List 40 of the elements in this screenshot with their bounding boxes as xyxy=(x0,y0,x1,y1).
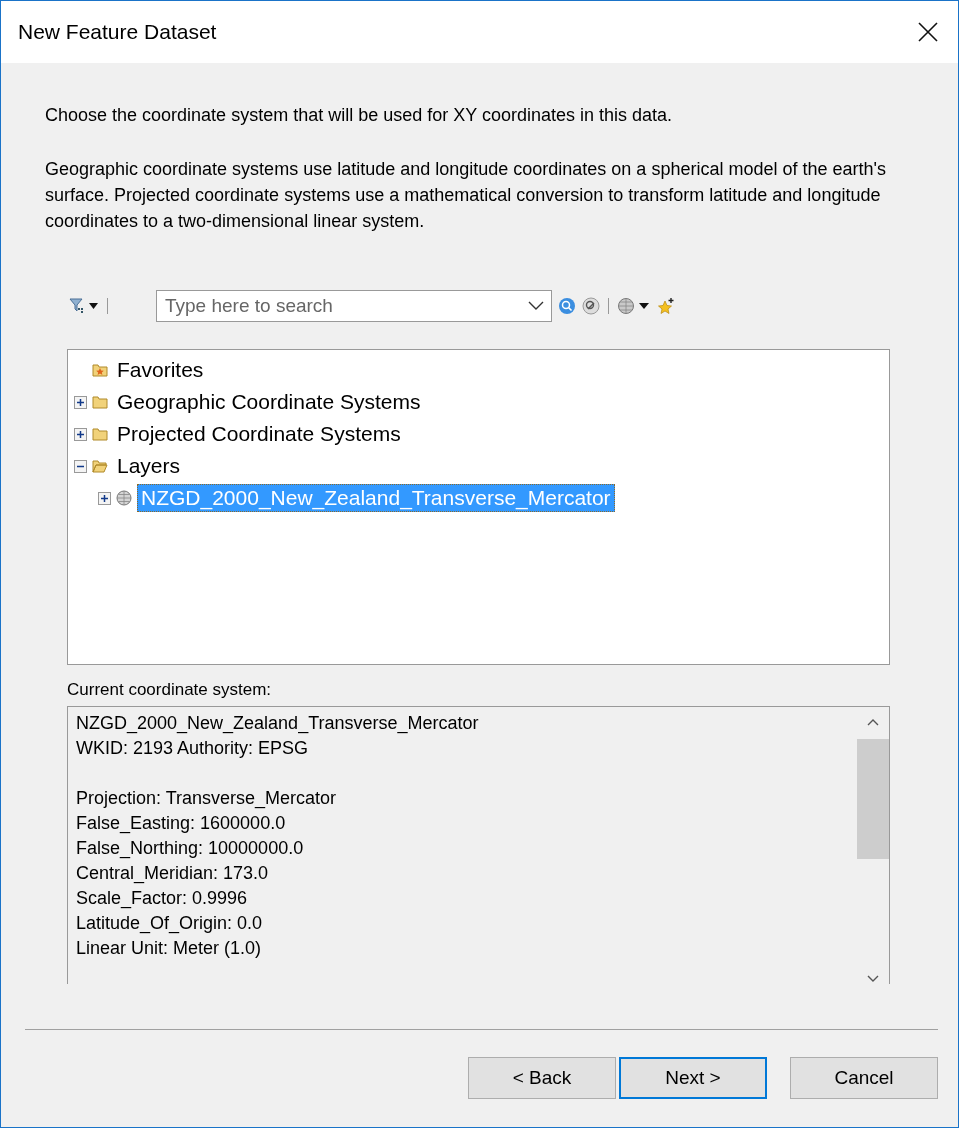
tree-item[interactable]: Layers xyxy=(113,452,185,480)
detail-line: Central_Meridian: 173.0 xyxy=(76,862,270,886)
expand-icon[interactable] xyxy=(74,395,87,409)
folder-icon xyxy=(92,395,108,409)
scroll-up-icon[interactable] xyxy=(866,717,880,727)
dialog-button[interactable]: Next > xyxy=(619,1057,767,1099)
tree-item[interactable]: Projected Coordinate Systems xyxy=(113,420,405,448)
detail-line: False_Easting: 1600000.0 xyxy=(76,812,287,836)
search-field[interactable]: Type here to search xyxy=(156,290,552,322)
detail-line: Linear Unit: Meter (1.0) xyxy=(76,937,263,960)
detail-line: WKID: 2193 Authority: EPSG xyxy=(76,737,310,760)
scroll-down-icon[interactable] xyxy=(866,974,880,984)
search-icon[interactable] xyxy=(558,297,576,315)
detail-line: Scale_Factor: 0.9996 xyxy=(76,887,249,911)
folder-icon xyxy=(92,427,108,441)
open-folder-icon xyxy=(92,459,108,473)
globe-icon[interactable] xyxy=(617,297,651,315)
tree-item[interactable]: Favorites xyxy=(113,356,208,384)
tree-item[interactable]: Geographic Coordinate Systems xyxy=(113,388,425,416)
close-icon[interactable] xyxy=(918,22,938,42)
dropdown-icon[interactable] xyxy=(528,301,544,311)
expand-icon[interactable] xyxy=(74,427,87,441)
dialog-button[interactable]: Cancel xyxy=(790,1057,938,1099)
filter-icon[interactable] xyxy=(69,297,99,315)
globe-icon xyxy=(116,490,132,506)
intro-text: Choose the coordinate system that will be used for XY coordinates in this data. xyxy=(45,105,674,126)
clear-search-icon[interactable] xyxy=(582,297,600,315)
add-favorite-icon[interactable] xyxy=(657,297,675,315)
detail-line: False_Northing: 10000000.0 xyxy=(76,837,305,861)
window-title: New Feature Dataset xyxy=(18,20,217,44)
collapse-icon[interactable] xyxy=(74,459,87,473)
detail-line: Latitude_Of_Origin: 0.0 xyxy=(76,912,264,936)
dialog-button[interactable]: < Back xyxy=(468,1057,616,1099)
expand-icon[interactable] xyxy=(98,491,111,505)
current-system-label: Current coordinate system: xyxy=(67,680,273,700)
detail-line: Projection: Transverse_Mercator xyxy=(76,787,338,811)
description-text: Geographic coordinate systems use latitude and longitude coordinates on a spherical model of the earth's surface. Projected coordinate systems use a mathematical conversion to transform latitude and longitude coordinates to a two-dimensional linear system. xyxy=(45,158,887,233)
scroll-thumb[interactable] xyxy=(857,739,889,859)
favorites-folder-icon xyxy=(92,363,108,377)
detail-line: NZGD_2000_New_Zealand_Transverse_Mercator xyxy=(76,712,480,736)
